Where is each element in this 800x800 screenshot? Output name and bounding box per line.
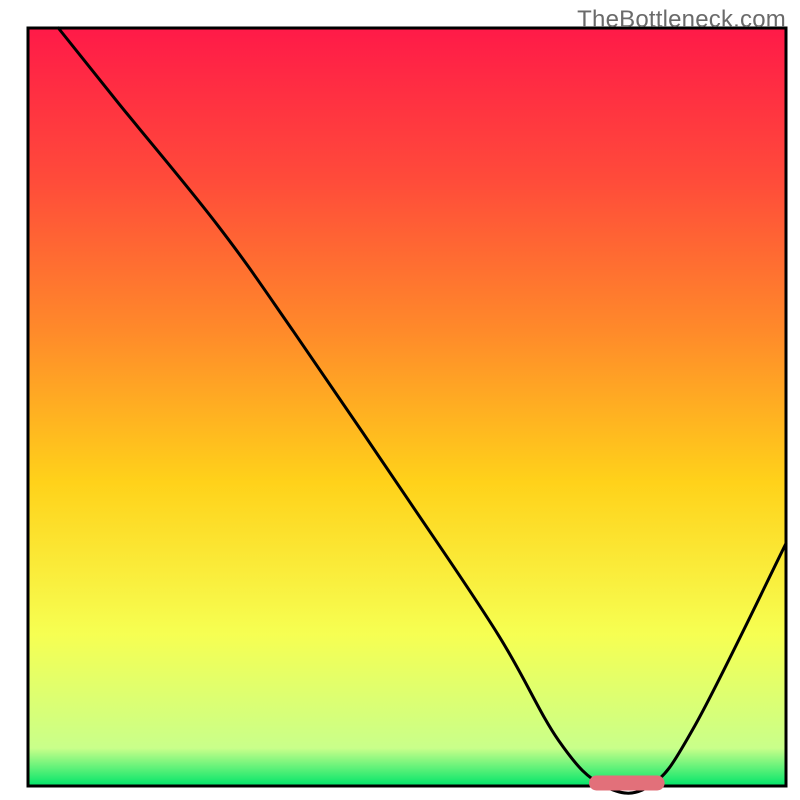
bottleneck-chart: TheBottleneck.com xyxy=(0,0,800,800)
chart-canvas xyxy=(0,0,800,800)
watermark-text: TheBottleneck.com xyxy=(577,6,786,34)
plot-background xyxy=(28,28,786,786)
